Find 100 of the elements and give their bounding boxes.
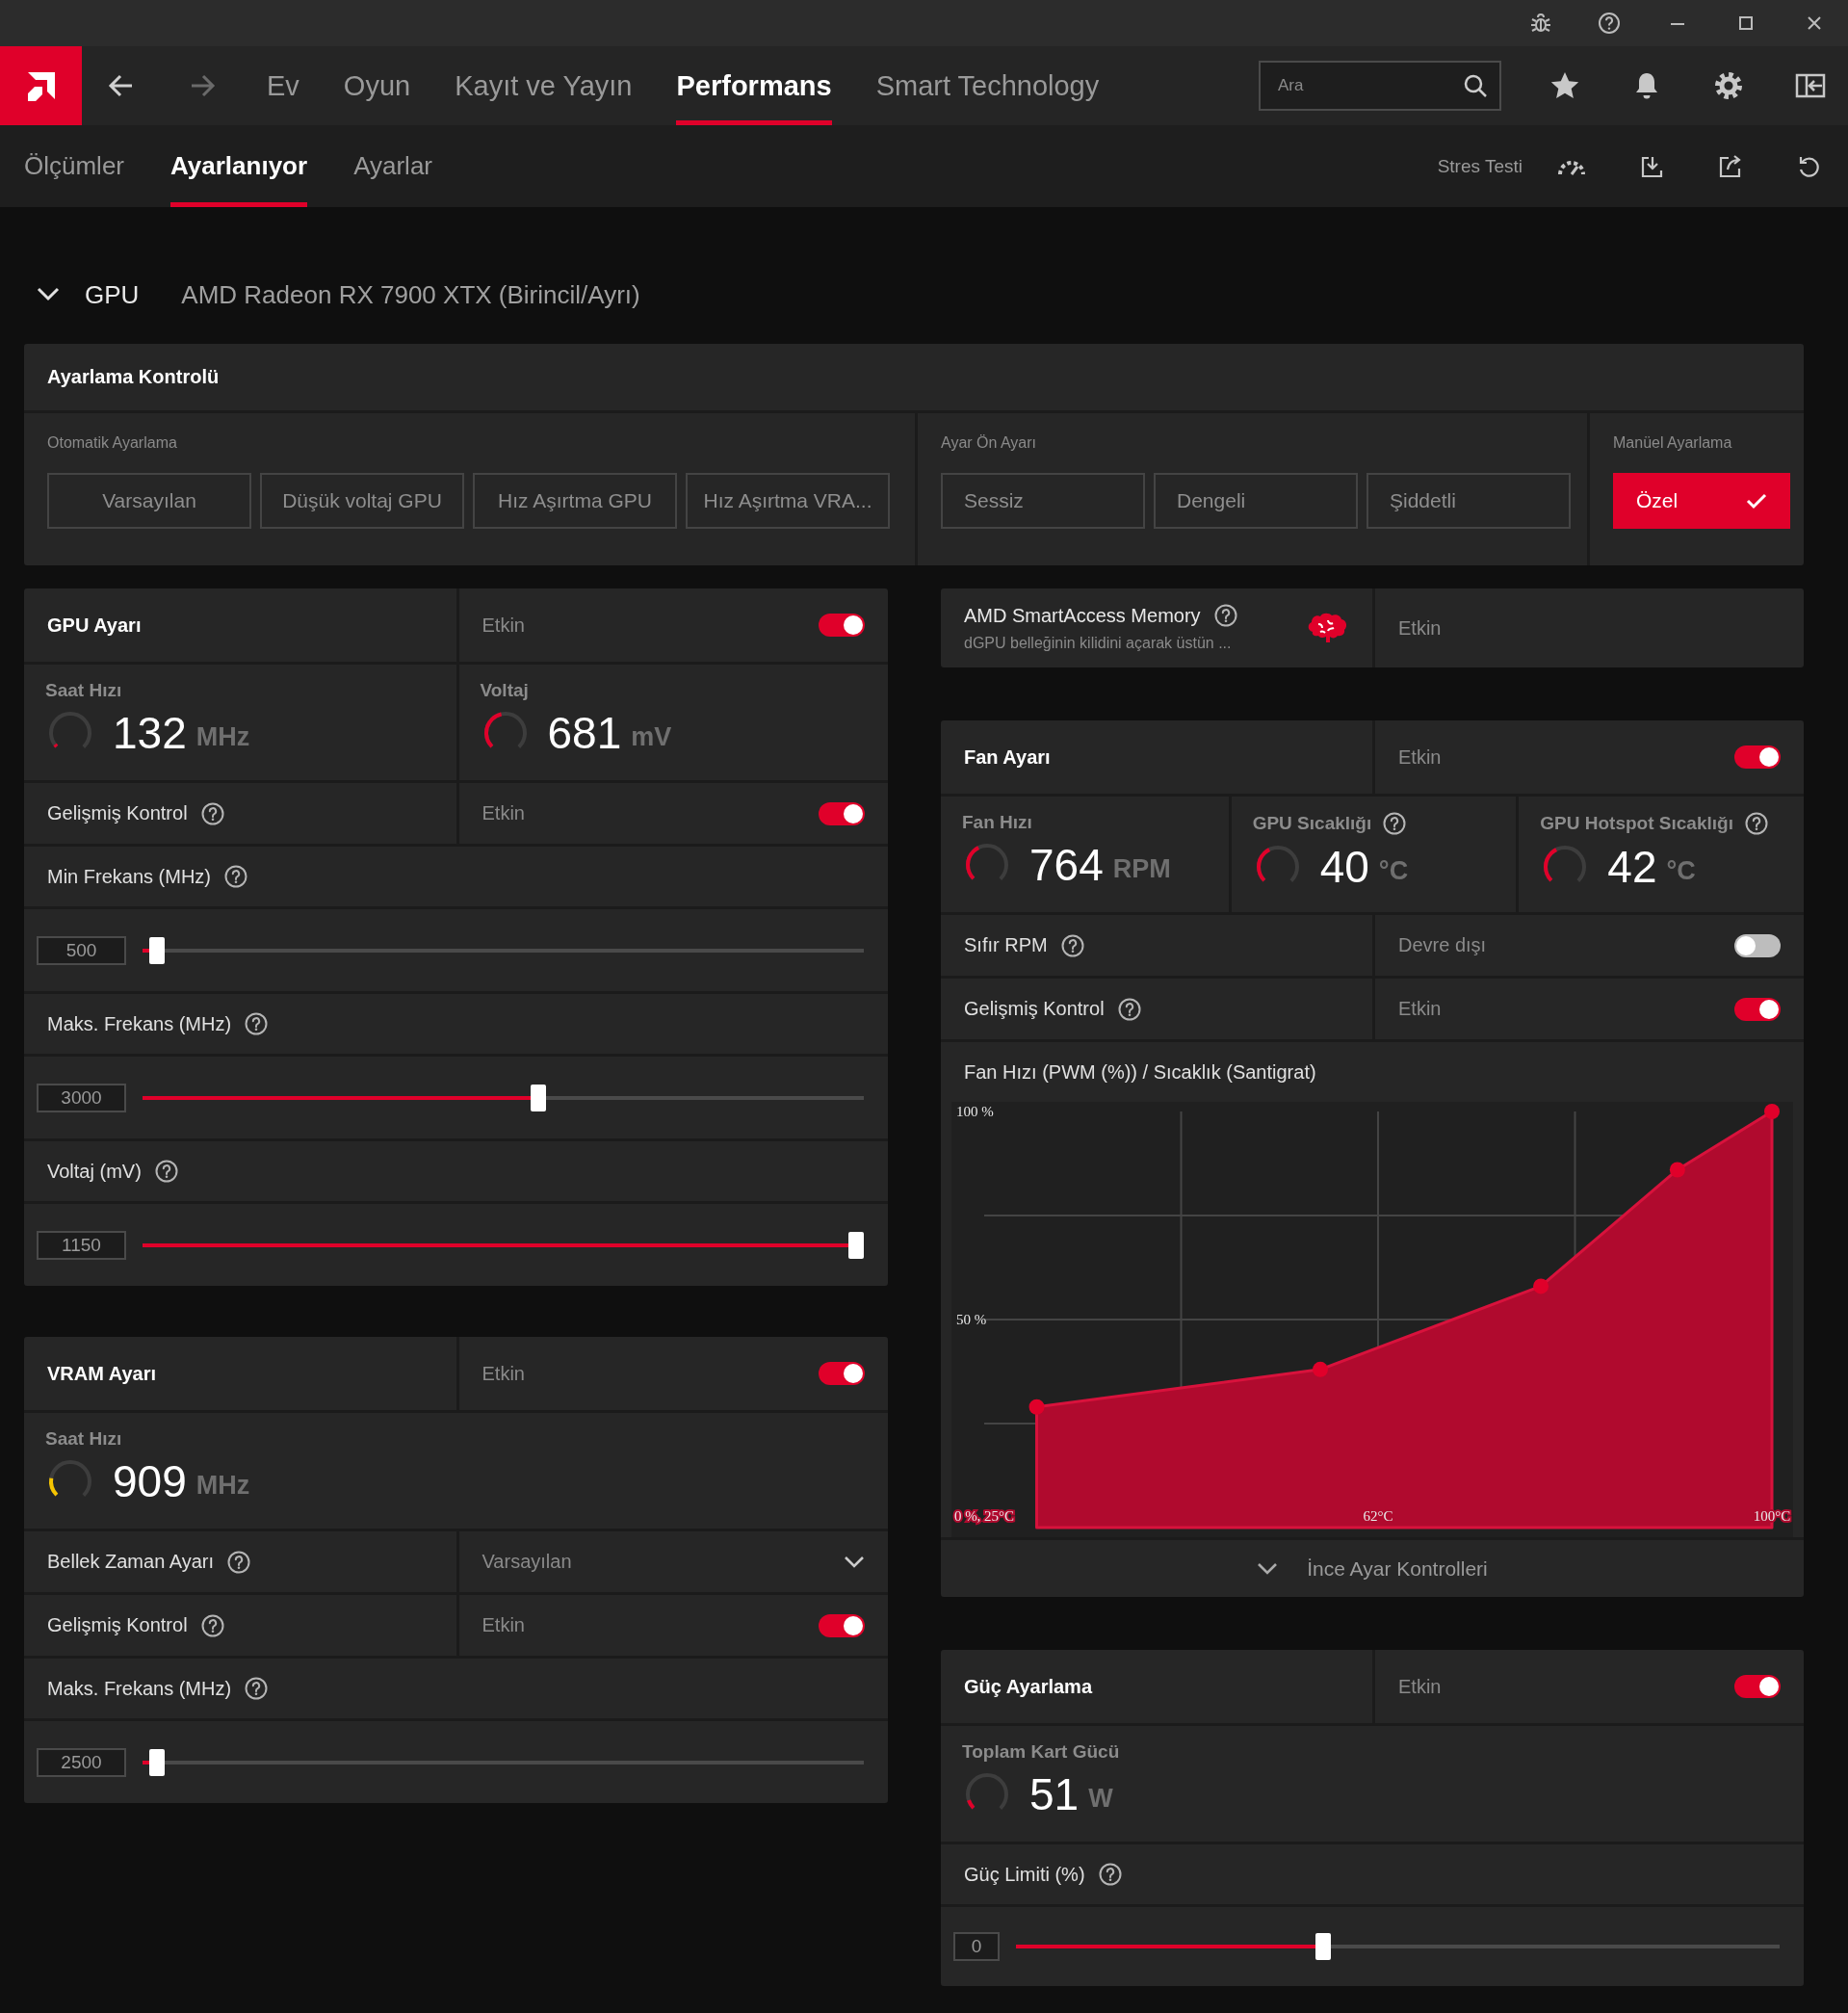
slider[interactable]	[143, 1231, 864, 1259]
setting-label: Bellek Zaman Ayarı	[47, 1551, 215, 1573]
help-icon[interactable]	[245, 1012, 269, 1035]
toggle-switch[interactable]	[1734, 745, 1781, 769]
card-title: GPU Ayarı	[47, 614, 142, 637]
fine-tune-toggle[interactable]: İnce Ayar Kontrolleri	[941, 1537, 1804, 1597]
slider-thumb[interactable]	[149, 936, 166, 964]
metric-unit: MHz	[195, 1470, 250, 1501]
metric-value: 132	[113, 707, 187, 759]
toggle-switch[interactable]	[819, 1362, 865, 1385]
toggle-switch[interactable]	[819, 801, 865, 825]
gpu-device-name: AMD Radeon RX 7900 XTX (Birincil/Ayrı)	[181, 279, 640, 310]
help-icon[interactable]	[224, 865, 247, 888]
help-icon[interactable]	[200, 1613, 224, 1637]
curve-point[interactable]	[1669, 1162, 1685, 1178]
slider-thumb[interactable]	[848, 1231, 864, 1259]
help-icon[interactable]	[1060, 933, 1084, 957]
bug-icon[interactable]	[1529, 12, 1552, 35]
help-icon[interactable]	[1744, 812, 1768, 835]
search-icon[interactable]	[1463, 73, 1488, 98]
status-label: Etkin	[482, 1614, 525, 1636]
metric-value: 42	[1607, 841, 1657, 893]
dropdown[interactable]: Varsayılan	[455, 1531, 888, 1592]
metric-value: 40	[1319, 841, 1369, 893]
help-icon[interactable]	[1383, 812, 1407, 835]
card-title: VRAM Ayarı	[47, 1362, 156, 1385]
status-label: Etkin	[1398, 616, 1442, 640]
preset-button[interactable]: Hız Aşırtma VRA...	[686, 473, 890, 529]
help-icon[interactable]	[1098, 1863, 1122, 1886]
metric-value: 681	[547, 707, 622, 759]
preset-button[interactable]: Dengeli	[1154, 473, 1358, 529]
help-icon[interactable]	[227, 1550, 251, 1574]
setting-label: Gelişmiş Kontrol	[47, 802, 188, 824]
slider-thumb[interactable]	[531, 1084, 547, 1111]
value-field[interactable]: 3000	[37, 1083, 126, 1112]
preset-button[interactable]: Özel	[1613, 473, 1790, 529]
setting-label: Gelişmiş Kontrol	[47, 1614, 188, 1636]
group-label: Ayar Ön Ayarı	[941, 434, 1037, 452]
value-field[interactable]: 0	[953, 1932, 1000, 1961]
metric-label: Saat Hızı	[45, 1428, 122, 1450]
status-label: Etkin	[482, 614, 525, 637]
curve-point[interactable]	[1764, 1104, 1780, 1119]
slider[interactable]	[143, 936, 864, 964]
axis-label: 0 %, 25°C	[953, 1508, 1015, 1524]
metric-label: GPU Hotspot Sıcaklığı	[1540, 813, 1733, 834]
curve-point[interactable]	[1313, 1361, 1328, 1377]
toggle-switch[interactable]	[1734, 1675, 1781, 1698]
metric-label: Toplam Kart Gücü	[962, 1741, 1120, 1763]
preset-button[interactable]: Düşük voltaj GPU	[260, 473, 464, 529]
axis-label: 62°C	[1363, 1508, 1393, 1524]
toggle-switch[interactable]	[819, 614, 865, 637]
status-label: Etkin	[482, 802, 525, 824]
help-icon[interactable]	[200, 801, 224, 825]
toggle-switch[interactable]	[1734, 933, 1781, 957]
metric-unit: mV	[631, 721, 672, 752]
help-icon[interactable]	[154, 1160, 178, 1183]
group-label: Otomatik Ayarlama	[47, 434, 178, 452]
preset-button[interactable]: Hız Aşırtma GPU	[473, 473, 677, 529]
settings-icon[interactable]	[1713, 70, 1744, 101]
help-icon[interactable]	[1598, 12, 1621, 35]
chevron-down-icon[interactable]	[1257, 1561, 1279, 1576]
chevron-down-icon[interactable]	[844, 1555, 865, 1569]
slider[interactable]	[1016, 1933, 1780, 1960]
export-icon[interactable]	[1718, 153, 1743, 179]
preset-button[interactable]: Şiddetli	[1366, 473, 1571, 529]
sub-tab[interactable]: Ayarlar	[353, 125, 432, 207]
status-label: Etkin	[482, 1362, 525, 1385]
nav-tab[interactable]: Oyun	[343, 46, 411, 125]
curve-point[interactable]	[1533, 1278, 1549, 1294]
slider[interactable]	[143, 1084, 864, 1111]
metric-label: Saat Hızı	[45, 680, 122, 701]
slider-thumb[interactable]	[149, 1748, 166, 1776]
value-field[interactable]: 500	[37, 935, 126, 965]
metric-unit: °C	[1666, 855, 1696, 886]
toggle-switch[interactable]	[819, 1613, 865, 1637]
sub-tab[interactable]: Ayarlanıyor	[170, 125, 308, 207]
nav-tab[interactable]: Smart Technology	[875, 46, 1100, 125]
toggle-switch[interactable]	[1734, 997, 1781, 1021]
value-field[interactable]: 1150	[37, 1230, 126, 1260]
sub-tab[interactable]: Ölçümler	[24, 125, 124, 207]
curve-point[interactable]	[1028, 1399, 1045, 1415]
search-field[interactable]: Ara	[1259, 61, 1501, 111]
status-label: Etkin	[1398, 1675, 1442, 1698]
nav-tab[interactable]: Kayıt ve Yayın	[455, 46, 633, 125]
check-icon	[1746, 492, 1767, 510]
setting-label: Gelişmiş Kontrol	[964, 998, 1105, 1020]
logo[interactable]	[0, 46, 82, 125]
nav-tab[interactable]: Ev	[267, 46, 299, 125]
help-icon[interactable]	[245, 1677, 269, 1700]
help-icon[interactable]	[1117, 997, 1141, 1021]
help-icon[interactable]	[1213, 604, 1237, 627]
slider[interactable]	[143, 1748, 864, 1776]
group-label: Manüel Ayarlama	[1613, 434, 1733, 452]
star-icon[interactable]	[1549, 70, 1580, 101]
preset-button[interactable]: Varsayılan	[47, 473, 251, 529]
stress-test-button[interactable]: Stres Testi	[1437, 155, 1523, 177]
preset-button[interactable]: Sessiz	[941, 473, 1145, 529]
slider-thumb[interactable]	[1314, 1933, 1331, 1960]
value-field[interactable]: 2500	[37, 1747, 126, 1777]
card-title: Ayarlama Kontrolü	[47, 366, 220, 388]
